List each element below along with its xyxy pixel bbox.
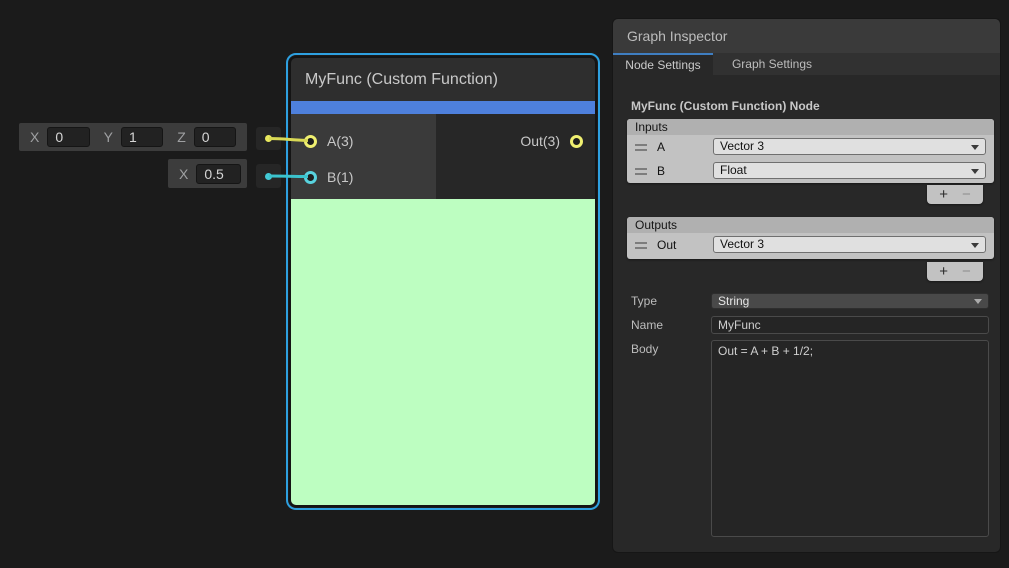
graph-inspector-title[interactable]: Graph Inspector — [613, 19, 1000, 53]
node-settings-subheader: MyFunc (Custom Function) Node — [631, 99, 820, 113]
node-selection-outline: MyFunc (Custom Function) A(3) B(1) Out(3… — [286, 53, 600, 510]
node-ports-area: A(3) B(1) Out(3) — [291, 114, 595, 199]
outputs-list: Outputs Out Vector 3 — [627, 217, 994, 259]
z-component-field[interactable]: 0 — [194, 127, 236, 147]
input-a-type-dropdown[interactable]: Vector 3 — [713, 138, 986, 155]
vector3-input-widget: X 0 Y 1 Z 0 — [19, 123, 247, 151]
outputs-list-header: Outputs — [627, 217, 994, 233]
dropdown-arrow-icon — [971, 169, 979, 174]
node-output-ports: Out(3) — [436, 114, 595, 199]
port-row-a[interactable]: A(3) — [291, 127, 436, 155]
outputs-list-footer: + − — [927, 262, 983, 281]
vector3-edge-connector-box — [256, 127, 281, 150]
tab-graph-settings[interactable]: Graph Settings — [713, 53, 831, 75]
remove-input-button[interactable]: − — [962, 187, 971, 202]
port-row-out[interactable]: Out(3) — [507, 127, 595, 155]
input-a-name: A — [657, 140, 665, 154]
inputs-list-header: Inputs — [627, 119, 994, 135]
input-b-type-dropdown[interactable]: Float — [713, 162, 986, 179]
port-b-label: B(1) — [327, 169, 353, 185]
node-preview — [291, 199, 595, 505]
float-edge-connector-box — [256, 164, 281, 188]
tab-node-settings[interactable]: Node Settings — [613, 53, 713, 75]
float-x-field[interactable]: 0.5 — [196, 164, 241, 184]
add-input-button[interactable]: + — [939, 187, 948, 202]
dropdown-arrow-icon — [971, 243, 979, 248]
custom-function-node[interactable]: MyFunc (Custom Function) A(3) B(1) Out(3… — [289, 56, 597, 507]
body-textarea[interactable]: Out = A + B + 1/2; — [711, 340, 989, 537]
type-value: String — [718, 294, 749, 308]
z-component-label: Z — [177, 129, 186, 145]
input-b-name: B — [657, 164, 665, 178]
input-port-b-icon[interactable] — [304, 171, 317, 184]
float-input-widget: X 0.5 — [168, 159, 247, 188]
output-out-type-value: Vector 3 — [720, 237, 764, 251]
float-x-label: X — [179, 166, 188, 182]
x-component-field[interactable]: 0 — [47, 127, 89, 147]
y-component-label: Y — [104, 129, 113, 145]
float-edge-dot-icon — [265, 173, 272, 180]
node-input-ports: A(3) B(1) — [291, 114, 436, 199]
y-component-field[interactable]: 1 — [121, 127, 163, 147]
drag-handle-icon[interactable] — [635, 168, 647, 175]
vector3-edge-dot-icon — [265, 135, 272, 142]
remove-output-button[interactable]: − — [962, 264, 971, 279]
port-out-label: Out(3) — [520, 133, 560, 149]
output-row-out[interactable]: Out Vector 3 — [627, 233, 994, 257]
node-title: MyFunc (Custom Function) — [291, 58, 595, 101]
dropdown-arrow-icon — [974, 299, 982, 304]
inputs-list-footer: + − — [927, 185, 983, 204]
drag-handle-icon[interactable] — [635, 144, 647, 151]
shader-graph-canvas: X 0 Y 1 Z 0 X 0.5 MyFunc (Custom Functio… — [0, 0, 1009, 568]
name-field[interactable]: MyFunc — [711, 316, 989, 334]
node-accent-bar — [291, 101, 595, 114]
input-a-type-value: Vector 3 — [720, 139, 764, 153]
inputs-list: Inputs A Vector 3 B Float — [627, 119, 994, 183]
type-label: Type — [631, 294, 657, 308]
port-a-label: A(3) — [327, 133, 353, 149]
port-row-b[interactable]: B(1) — [291, 163, 436, 191]
input-row-b[interactable]: B Float — [627, 159, 994, 183]
input-row-a[interactable]: A Vector 3 — [627, 135, 994, 159]
output-port-out-icon[interactable] — [570, 135, 583, 148]
inspector-tab-strip: Node Settings Graph Settings — [613, 53, 1000, 75]
dropdown-arrow-icon — [971, 145, 979, 150]
name-label: Name — [631, 318, 663, 332]
input-port-a-icon[interactable] — [304, 135, 317, 148]
drag-handle-icon[interactable] — [635, 242, 647, 249]
x-component-label: X — [30, 129, 39, 145]
output-out-type-dropdown[interactable]: Vector 3 — [713, 236, 986, 253]
graph-inspector-panel: Graph Inspector Node Settings Graph Sett… — [612, 18, 1001, 553]
type-dropdown[interactable]: String — [711, 293, 989, 309]
add-output-button[interactable]: + — [939, 264, 948, 279]
output-out-name: Out — [657, 238, 676, 252]
input-b-type-value: Float — [720, 163, 747, 177]
body-label: Body — [631, 342, 658, 356]
